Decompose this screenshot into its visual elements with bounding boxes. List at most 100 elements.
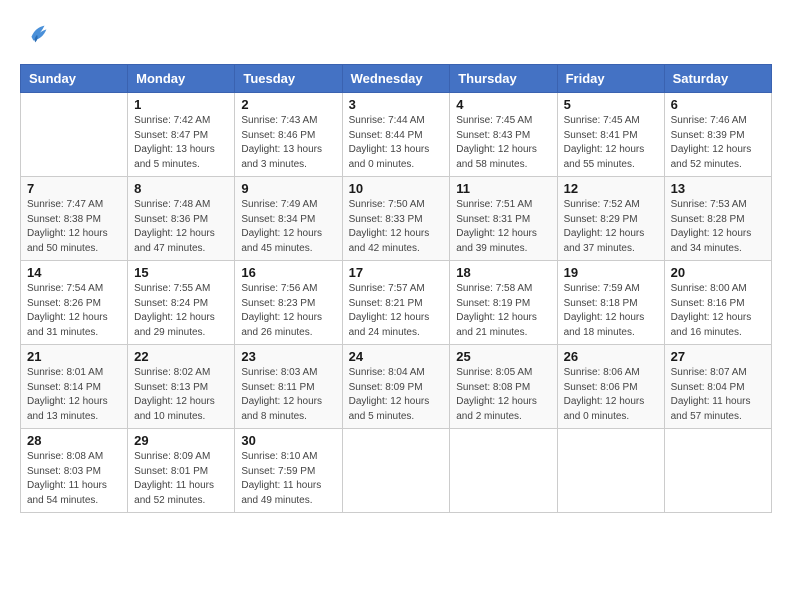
calendar-table: SundayMondayTuesdayWednesdayThursdayFrid…	[20, 64, 772, 513]
calendar-cell: 21 Sunrise: 8:01 AMSunset: 8:14 PMDayligh…	[21, 345, 128, 429]
calendar-cell: 23 Sunrise: 8:03 AMSunset: 8:11 PMDayligh…	[235, 345, 342, 429]
day-info: Sunrise: 7:44 AMSunset: 8:44 PMDaylight:…	[349, 114, 444, 172]
day-info: Sunrise: 7:42 AMSunset: 8:47 PMDaylight:…	[134, 114, 228, 172]
day-number: 19	[564, 265, 658, 280]
calendar-cell: 26 Sunrise: 8:06 AMSunset: 8:06 PMDayligh…	[557, 345, 664, 429]
day-info: Sunrise: 7:53 AMSunset: 8:28 PMDaylight:…	[671, 198, 765, 256]
day-info: Sunrise: 7:52 AMSunset: 8:29 PMDaylight:…	[564, 198, 658, 256]
calendar-cell: 7 Sunrise: 7:47 AMSunset: 8:38 PMDaylight…	[21, 177, 128, 261]
calendar-cell: 9 Sunrise: 7:49 AMSunset: 8:34 PMDaylight…	[235, 177, 342, 261]
calendar-cell: 19 Sunrise: 7:59 AMSunset: 8:18 PMDayligh…	[557, 261, 664, 345]
day-info: Sunrise: 7:43 AMSunset: 8:46 PMDaylight:…	[241, 114, 335, 172]
col-header-friday: Friday	[557, 65, 664, 93]
day-number: 25	[456, 349, 550, 364]
day-info: Sunrise: 7:49 AMSunset: 8:34 PMDaylight:…	[241, 198, 335, 256]
day-info: Sunrise: 7:47 AMSunset: 8:38 PMDaylight:…	[27, 198, 121, 256]
calendar-cell: 28 Sunrise: 8:08 AMSunset: 8:03 PMDayligh…	[21, 429, 128, 513]
calendar-cell: 20Sunrise: 8:00 AMSunset: 8:16 PMDayligh…	[664, 261, 771, 345]
calendar-cell: 5 Sunrise: 7:45 AMSunset: 8:41 PMDaylight…	[557, 93, 664, 177]
calendar-cell: 1 Sunrise: 7:42 AMSunset: 8:47 PMDaylight…	[128, 93, 235, 177]
day-info: Sunrise: 7:55 AMSunset: 8:24 PMDaylight:…	[134, 282, 228, 340]
calendar-week-row: 28 Sunrise: 8:08 AMSunset: 8:03 PMDayligh…	[21, 429, 772, 513]
day-number: 5	[564, 97, 658, 112]
col-header-sunday: Sunday	[21, 65, 128, 93]
calendar-cell	[664, 429, 771, 513]
day-number: 28	[27, 433, 121, 448]
day-number: 20	[671, 265, 765, 280]
day-info: Sunrise: 8:01 AMSunset: 8:14 PMDaylight:…	[27, 366, 121, 424]
calendar-cell: 13 Sunrise: 7:53 AMSunset: 8:28 PMDayligh…	[664, 177, 771, 261]
day-number: 27	[671, 349, 765, 364]
calendar-cell: 10 Sunrise: 7:50 AMSunset: 8:33 PMDayligh…	[342, 177, 450, 261]
day-info: Sunrise: 8:09 AMSunset: 8:01 PMDaylight:…	[134, 450, 228, 508]
calendar-cell: 29Sunrise: 8:09 AMSunset: 8:01 PMDayligh…	[128, 429, 235, 513]
day-info: Sunrise: 7:59 AMSunset: 8:18 PMDaylight:…	[564, 282, 658, 340]
calendar-cell: 27Sunrise: 8:07 AMSunset: 8:04 PMDayligh…	[664, 345, 771, 429]
day-number: 26	[564, 349, 658, 364]
day-number: 1	[134, 97, 228, 112]
calendar-cell: 6 Sunrise: 7:46 AMSunset: 8:39 PMDaylight…	[664, 93, 771, 177]
col-header-monday: Monday	[128, 65, 235, 93]
calendar-cell: 16Sunrise: 7:56 AMSunset: 8:23 PMDayligh…	[235, 261, 342, 345]
col-header-thursday: Thursday	[450, 65, 557, 93]
day-info: Sunrise: 7:46 AMSunset: 8:39 PMDaylight:…	[671, 114, 765, 172]
calendar-week-row: 14 Sunrise: 7:54 AMSunset: 8:26 PMDayligh…	[21, 261, 772, 345]
day-info: Sunrise: 7:48 AMSunset: 8:36 PMDaylight:…	[134, 198, 228, 256]
day-number: 14	[27, 265, 121, 280]
day-info: Sunrise: 8:03 AMSunset: 8:11 PMDaylight:…	[241, 366, 335, 424]
day-info: Sunrise: 8:10 AMSunset: 7:59 PMDaylight:…	[241, 450, 335, 508]
day-info: Sunrise: 7:58 AMSunset: 8:19 PMDaylight:…	[456, 282, 550, 340]
col-header-saturday: Saturday	[664, 65, 771, 93]
day-number: 23	[241, 349, 335, 364]
day-info: Sunrise: 7:54 AMSunset: 8:26 PMDaylight:…	[27, 282, 121, 340]
day-number: 6	[671, 97, 765, 112]
calendar-cell: 30 Sunrise: 8:10 AMSunset: 7:59 PMDayligh…	[235, 429, 342, 513]
day-number: 13	[671, 181, 765, 196]
calendar-cell: 11 Sunrise: 7:51 AMSunset: 8:31 PMDayligh…	[450, 177, 557, 261]
day-info: Sunrise: 8:08 AMSunset: 8:03 PMDaylight:…	[27, 450, 121, 508]
day-number: 18	[456, 265, 550, 280]
day-number: 12	[564, 181, 658, 196]
calendar-week-row: 1 Sunrise: 7:42 AMSunset: 8:47 PMDaylight…	[21, 93, 772, 177]
logo	[20, 20, 52, 48]
day-info: Sunrise: 7:57 AMSunset: 8:21 PMDaylight:…	[349, 282, 444, 340]
logo-bird-icon	[24, 20, 52, 48]
calendar-cell: 4Sunrise: 7:45 AMSunset: 8:43 PMDaylight…	[450, 93, 557, 177]
day-number: 21	[27, 349, 121, 364]
day-info: Sunrise: 7:51 AMSunset: 8:31 PMDaylight:…	[456, 198, 550, 256]
day-number: 10	[349, 181, 444, 196]
calendar-cell: 15 Sunrise: 7:55 AMSunset: 8:24 PMDayligh…	[128, 261, 235, 345]
col-header-wednesday: Wednesday	[342, 65, 450, 93]
calendar-cell	[21, 93, 128, 177]
calendar-cell: 18 Sunrise: 7:58 AMSunset: 8:19 PMDayligh…	[450, 261, 557, 345]
calendar-cell: 22Sunrise: 8:02 AMSunset: 8:13 PMDayligh…	[128, 345, 235, 429]
day-info: Sunrise: 8:04 AMSunset: 8:09 PMDaylight:…	[349, 366, 444, 424]
calendar-cell: 2 Sunrise: 7:43 AMSunset: 8:46 PMDaylight…	[235, 93, 342, 177]
day-number: 3	[349, 97, 444, 112]
calendar-header-row: SundayMondayTuesdayWednesdayThursdayFrid…	[21, 65, 772, 93]
day-info: Sunrise: 8:05 AMSunset: 8:08 PMDaylight:…	[456, 366, 550, 424]
day-info: Sunrise: 7:45 AMSunset: 8:43 PMDaylight:…	[456, 114, 550, 172]
col-header-tuesday: Tuesday	[235, 65, 342, 93]
day-number: 9	[241, 181, 335, 196]
calendar-cell: 8 Sunrise: 7:48 AMSunset: 8:36 PMDaylight…	[128, 177, 235, 261]
calendar-cell: 17 Sunrise: 7:57 AMSunset: 8:21 PMDayligh…	[342, 261, 450, 345]
day-number: 30	[241, 433, 335, 448]
day-number: 15	[134, 265, 228, 280]
day-info: Sunrise: 7:45 AMSunset: 8:41 PMDaylight:…	[564, 114, 658, 172]
calendar-cell: 14 Sunrise: 7:54 AMSunset: 8:26 PMDayligh…	[21, 261, 128, 345]
calendar-cell: 3 Sunrise: 7:44 AMSunset: 8:44 PMDaylight…	[342, 93, 450, 177]
day-number: 17	[349, 265, 444, 280]
calendar-week-row: 21 Sunrise: 8:01 AMSunset: 8:14 PMDayligh…	[21, 345, 772, 429]
day-info: Sunrise: 7:50 AMSunset: 8:33 PMDaylight:…	[349, 198, 444, 256]
day-number: 22	[134, 349, 228, 364]
calendar-cell: 12 Sunrise: 7:52 AMSunset: 8:29 PMDayligh…	[557, 177, 664, 261]
day-number: 8	[134, 181, 228, 196]
day-number: 2	[241, 97, 335, 112]
day-info: Sunrise: 8:06 AMSunset: 8:06 PMDaylight:…	[564, 366, 658, 424]
day-number: 24	[349, 349, 444, 364]
day-number: 11	[456, 181, 550, 196]
calendar-cell	[342, 429, 450, 513]
calendar-cell: 25 Sunrise: 8:05 AMSunset: 8:08 PMDayligh…	[450, 345, 557, 429]
day-number: 7	[27, 181, 121, 196]
